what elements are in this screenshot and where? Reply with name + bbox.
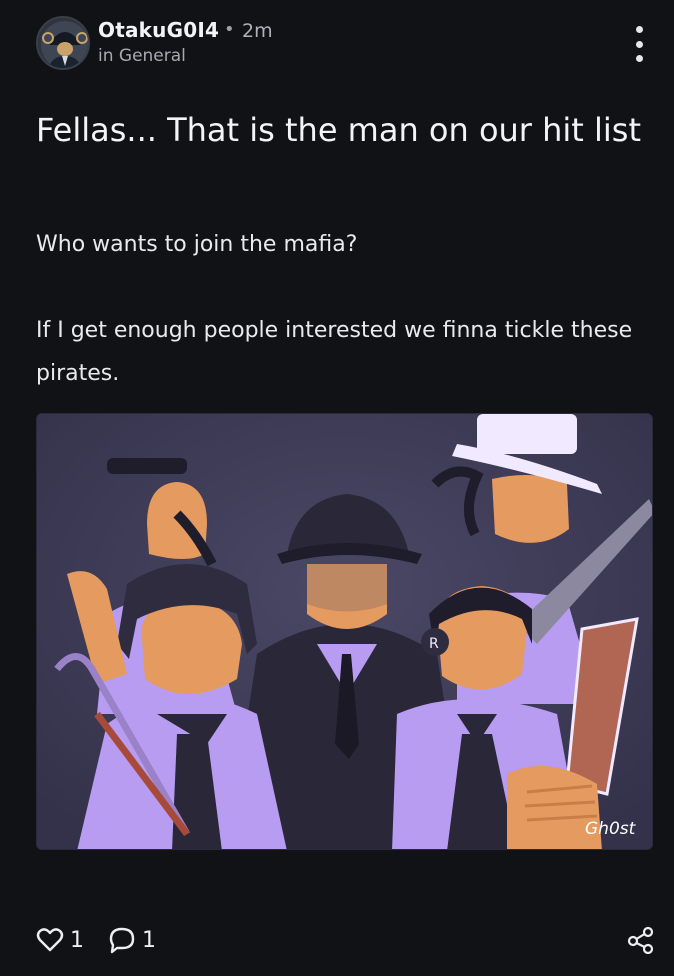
like-button[interactable]: 1 (36, 924, 84, 956)
avatar[interactable] (36, 16, 90, 70)
comment-button[interactable]: 1 (108, 924, 156, 956)
artist-signature: Gh0st (585, 819, 637, 839)
share-button[interactable] (626, 926, 656, 958)
community-link[interactable]: in General (98, 46, 186, 66)
comment-count: 1 (142, 927, 156, 953)
post-title: Fellas... That is the man on our hit lis… (36, 111, 642, 149)
avatar-image (38, 18, 88, 68)
more-vertical-icon[interactable] (632, 26, 646, 62)
heart-icon (36, 928, 64, 952)
more-dot (635, 55, 643, 62)
post-time: 2m (242, 20, 273, 42)
post-paragraph: If I get enough people interested we fin… (36, 318, 633, 386)
post-paragraph: Who wants to join the mafia? (36, 232, 358, 257)
author-name[interactable]: OtakuG0I4 (98, 18, 219, 42)
comment-bubble-icon (109, 927, 135, 954)
share-icon (627, 926, 654, 955)
more-dot (635, 40, 643, 48)
svg-text:R: R (429, 636, 439, 652)
post-header: OtakuG0I4 • 2m in General (36, 16, 646, 72)
post-actions: 1 1 (36, 920, 656, 960)
mafia-illustration: R Gh0st (37, 414, 652, 849)
meta-separator: • (224, 19, 235, 40)
like-count: 1 (70, 927, 84, 953)
more-dot (635, 26, 643, 33)
post-image[interactable]: R Gh0st (36, 413, 653, 850)
post-card: OtakuG0I4 • 2m in General Fellas... That… (0, 0, 674, 976)
